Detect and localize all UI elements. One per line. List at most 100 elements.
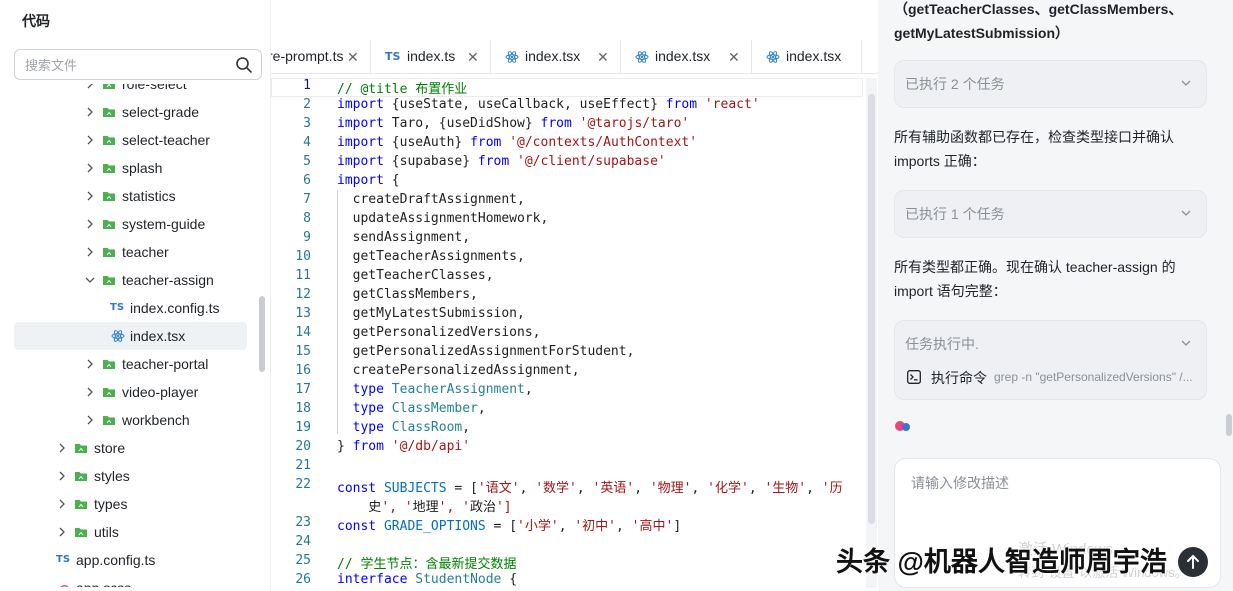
- code-text: type ClassMember,: [352, 401, 486, 416]
- assistant-message-1: 所有辅助函数都已存在，检查类型接口并确认 imports 正确：: [894, 129, 1174, 169]
- chevron-down-icon[interactable]: [84, 274, 96, 286]
- close-icon[interactable]: ✕: [347, 49, 359, 66]
- code-text: const GRADE_OPTIONS = ['小学', '初中', '高中']: [337, 519, 682, 534]
- tree-item[interactable]: index.tsx: [14, 322, 247, 350]
- code-text: getPersonalizedAssignmentForStudent,: [337, 344, 635, 359]
- file-search-input[interactable]: [25, 56, 225, 74]
- tree-scrollbar[interactable]: [258, 96, 266, 576]
- editor-tab[interactable]: index.tsx: [752, 40, 862, 73]
- editor-scrollbar-thumb[interactable]: [868, 94, 875, 524]
- chevron-right-icon[interactable]: [84, 134, 96, 146]
- chevron-right-icon[interactable]: [84, 358, 96, 370]
- tree-item[interactable]: select-teacher: [14, 126, 247, 154]
- close-icon[interactable]: ✕: [467, 49, 479, 66]
- editor-tab[interactable]: index.tsx ✕: [491, 40, 621, 73]
- editor-tab-label: re-prompt.ts: [271, 48, 344, 64]
- line-number: 5: [303, 154, 311, 169]
- chevron-right-icon[interactable]: [56, 470, 68, 482]
- tree-item[interactable]: system-guide: [14, 210, 247, 238]
- tree-item-label: splash: [122, 160, 163, 176]
- tree-item[interactable]: teacher-assign: [14, 266, 247, 294]
- chevron-right-icon[interactable]: [84, 386, 96, 398]
- code-text: 史', '地理', '政治']: [337, 500, 512, 515]
- line-number: 11: [295, 268, 311, 283]
- code-line: 15 getPersonalizedAssignmentForStudent,: [271, 344, 863, 363]
- folder-icon: [74, 525, 88, 539]
- chevron-right-icon[interactable]: [56, 498, 68, 510]
- code-line: 21: [271, 458, 863, 477]
- chevron-right-icon[interactable]: [84, 106, 96, 118]
- react-file-icon: [505, 50, 519, 67]
- code-text: import Taro, {useDidShow} from '@tarojs/…: [337, 116, 690, 131]
- chevron-right-icon[interactable]: [56, 526, 68, 538]
- folder-icon: [102, 245, 116, 259]
- chevron-down-icon[interactable]: [1180, 337, 1192, 349]
- editor-scrollbar[interactable]: [866, 78, 877, 588]
- code-line: 10 getTeacherAssignments,: [271, 249, 863, 268]
- code-text: type ClassRoom,: [352, 420, 471, 435]
- code-text: getMyLatestSubmission,: [337, 306, 525, 321]
- tree-item-label: teacher: [122, 244, 169, 260]
- close-icon[interactable]: ✕: [597, 49, 609, 66]
- chevron-right-icon[interactable]: [56, 442, 68, 454]
- folder-icon: [102, 161, 116, 175]
- chat-scrollbar-thumb[interactable]: [1226, 414, 1232, 436]
- explorer-title: 代码: [22, 13, 50, 29]
- chevron-right-icon[interactable]: [84, 218, 96, 230]
- close-icon[interactable]: ✕: [728, 49, 740, 66]
- code-line: 2 import {useState, useCallback, useEffec…: [271, 97, 863, 116]
- tree-item[interactable]: TS app.config.ts: [14, 546, 247, 574]
- code-line: 3 import Taro, {useDidShow} from '@tarojs…: [271, 116, 863, 135]
- chevron-right-icon[interactable]: [84, 414, 96, 426]
- scss-file-icon: [56, 581, 70, 587]
- folder-icon: [102, 385, 116, 399]
- code-text: // @title 布置作业: [337, 82, 468, 97]
- editor-tab[interactable]: re-prompt.ts ✕: [271, 40, 371, 73]
- tree-item[interactable]: app.scss: [14, 574, 247, 587]
- file-search-box[interactable]: [14, 49, 262, 80]
- tree-item[interactable]: role-select: [14, 84, 247, 98]
- code-text: } from '@/db/api': [337, 439, 471, 454]
- tree-item[interactable]: types: [14, 490, 247, 518]
- tree-item[interactable]: workbench: [14, 406, 247, 434]
- code-text: import {useAuth} from '@/contexts/AuthCo…: [337, 135, 698, 150]
- tree-item[interactable]: store: [14, 434, 247, 462]
- tree-item[interactable]: select-grade: [14, 98, 247, 126]
- command-row[interactable]: 执行命令 grep -n "getPersonalizedVersions" /…: [907, 367, 1197, 387]
- react-file-icon: [635, 50, 649, 67]
- editor-tab[interactable]: TS index.ts ✕: [371, 40, 491, 73]
- task-card-1[interactable]: 已执行 2 个任务: [894, 60, 1207, 108]
- editor-tab[interactable]: index.tsx ✕: [621, 40, 752, 73]
- code-text: sendAssignment,: [337, 230, 471, 245]
- file-explorer: 代码 role-select select-grade select-teacher…: [0, 0, 270, 591]
- editor-tab-label: index.tsx: [655, 48, 711, 64]
- chevron-right-icon[interactable]: [84, 84, 96, 90]
- tree-item[interactable]: TS index.config.ts: [14, 294, 247, 322]
- tree-item[interactable]: statistics: [14, 182, 247, 210]
- line-number: 15: [295, 344, 311, 359]
- code-editor: re-prompt.ts ✕ TS index.ts ✕ index.tsx ✕ index.…: [270, 0, 879, 591]
- tree-item[interactable]: teacher-portal: [14, 350, 247, 378]
- chevron-right-icon[interactable]: [84, 162, 96, 174]
- chevron-down-icon[interactable]: [1180, 207, 1192, 219]
- tree-item[interactable]: styles: [14, 462, 247, 490]
- task-card-2[interactable]: 已执行 1 个任务: [894, 190, 1207, 238]
- code-text: createDraftAssignment,: [337, 192, 525, 207]
- task-status-1: 已执行 2 个任务: [905, 76, 1005, 92]
- modification-input[interactable]: [911, 473, 1201, 533]
- chevron-right-icon[interactable]: [84, 190, 96, 202]
- tree-item[interactable]: teacher: [14, 238, 247, 266]
- tree-item[interactable]: splash: [14, 154, 247, 182]
- code-line: 23 const GRADE_OPTIONS = ['小学', '初中', '高中…: [271, 515, 863, 534]
- chevron-right-icon[interactable]: [84, 246, 96, 258]
- task-card-3[interactable]: 任务执行中. 执行命令 grep -n "getPersonalizedVers…: [894, 320, 1207, 400]
- code-area[interactable]: 1 // @title 布置作业 2 import {useState, useCal…: [271, 78, 863, 591]
- line-number: 9: [303, 230, 311, 245]
- chevron-down-icon[interactable]: [1180, 77, 1192, 89]
- tree-item[interactable]: utils: [14, 518, 247, 546]
- tree-item[interactable]: video-player: [14, 378, 247, 406]
- tree-scrollbar-thumb[interactable]: [259, 296, 265, 372]
- tree-item-label: index.config.ts: [130, 300, 220, 316]
- search-icon[interactable]: [235, 56, 253, 74]
- line-number: 23: [295, 515, 311, 530]
